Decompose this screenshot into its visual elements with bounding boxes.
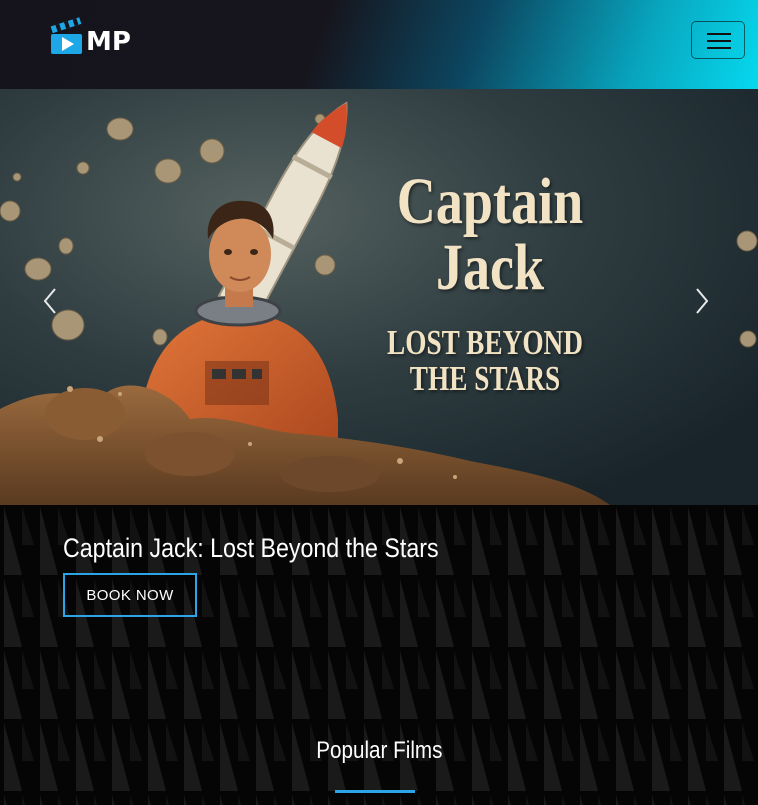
chevron-right-icon bbox=[696, 288, 709, 314]
section-title-text: Popular Films bbox=[315, 737, 443, 764]
movie-title: Captain Jack: Lost Beyond the Stars bbox=[63, 533, 439, 563]
hero-carousel: Captain Jack LOST BEYOND THE STARS bbox=[0, 89, 758, 505]
site-logo[interactable]: MP bbox=[50, 16, 131, 60]
section-title: Popular Films bbox=[0, 731, 758, 771]
chevron-left-icon bbox=[43, 288, 56, 314]
book-now-button[interactable]: BOOK NOW bbox=[63, 573, 197, 617]
top-navbar: MP bbox=[0, 0, 758, 89]
poster-subtitle: LOST BEYOND THE STARS bbox=[387, 323, 583, 398]
carousel-next-button[interactable] bbox=[686, 281, 716, 321]
hamburger-icon bbox=[707, 33, 731, 49]
menu-toggle-button[interactable] bbox=[691, 21, 745, 59]
logo-text: MP bbox=[86, 27, 131, 57]
clapperboard-play-icon bbox=[50, 17, 82, 54]
carousel-prev-button[interactable] bbox=[36, 281, 66, 321]
section-title-underline bbox=[335, 790, 415, 793]
poster-title: Captain Jack bbox=[396, 165, 584, 304]
